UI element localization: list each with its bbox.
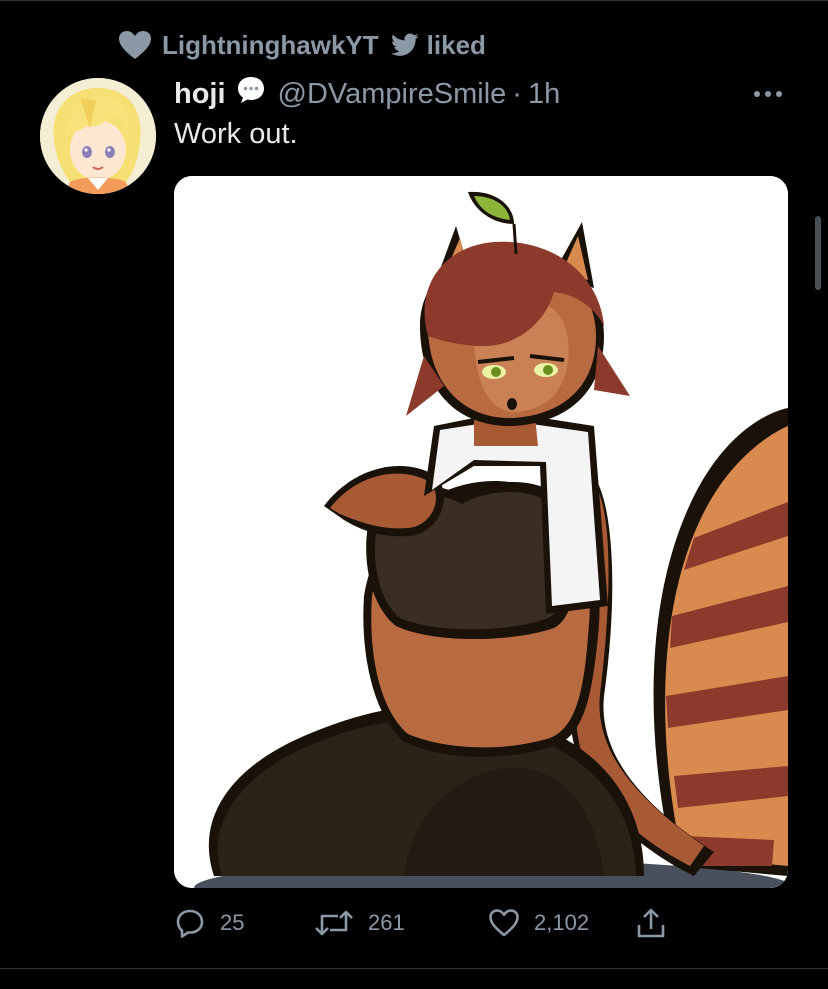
- speech-bubble-icon: [236, 75, 266, 113]
- avatar[interactable]: [40, 78, 156, 194]
- tweet-timestamp[interactable]: 1h: [528, 78, 560, 111]
- liker-name[interactable]: LightninghawkYT: [162, 30, 379, 61]
- reply-icon: [174, 908, 206, 938]
- tweet-text: Work out.: [174, 118, 298, 150]
- top-divider: [0, 0, 828, 1]
- like-count: 2,102: [534, 910, 590, 935]
- tweet-actions: 25 261 2,102: [174, 900, 694, 946]
- share-icon: [636, 907, 666, 939]
- heart-filled-icon: [118, 30, 152, 60]
- social-context[interactable]: LightninghawkYT liked: [118, 26, 486, 64]
- heart-outline-icon: [488, 908, 520, 938]
- more-options-button[interactable]: [750, 80, 786, 108]
- tweet-media-image[interactable]: [174, 176, 788, 888]
- separator-dot: ·: [512, 77, 522, 110]
- retweet-icon: [314, 908, 354, 938]
- retweet-button[interactable]: 261: [314, 900, 405, 946]
- tweet-header: hoji @DVampireSmile · 1h: [174, 74, 560, 114]
- liked-label: liked: [426, 29, 486, 60]
- display-name[interactable]: hoji: [174, 78, 226, 111]
- reply-button[interactable]: 25: [174, 900, 244, 946]
- more-dots-icon: [754, 91, 782, 97]
- bottom-divider: [0, 968, 828, 969]
- share-button[interactable]: [636, 900, 666, 946]
- scrollbar[interactable]: [815, 216, 821, 290]
- twitter-bird-icon: [390, 33, 419, 57]
- like-button[interactable]: 2,102: [488, 900, 589, 946]
- user-handle[interactable]: @DVampireSmile: [278, 78, 507, 111]
- retweet-count: 261: [368, 910, 405, 935]
- reply-count: 25: [220, 910, 245, 935]
